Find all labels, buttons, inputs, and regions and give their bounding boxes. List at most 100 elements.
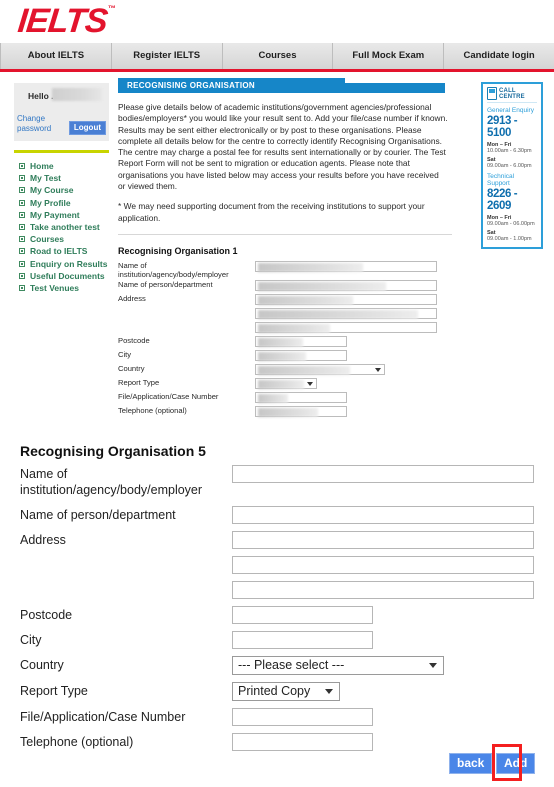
org-one-input-address-2[interactable] xyxy=(255,307,437,319)
sidebar-item-my-course[interactable]: My Course xyxy=(14,184,109,196)
org-five-row-city: City xyxy=(20,631,534,656)
user-greeting: Hello . xyxy=(28,91,54,101)
general-saturday-hours: 09.00am - 6.00pm xyxy=(487,163,532,169)
change-password-link[interactable]: Change password xyxy=(17,114,65,134)
logout-button[interactable]: Logout xyxy=(68,121,106,135)
sidebar-item-label: Courses xyxy=(30,234,65,245)
redacted-value xyxy=(258,309,418,319)
sidebar-item-useful-documents[interactable]: Useful Documents xyxy=(14,270,109,282)
redacted-value xyxy=(258,337,303,347)
sidebar-item-label: My Profile xyxy=(30,197,71,208)
org-five-form: Recognising Organisation 5 Name of insti… xyxy=(20,443,534,758)
org-five-label-country: Country xyxy=(20,658,64,672)
org-one-input-telephone[interactable] xyxy=(255,405,347,417)
sidebar-item-label: My Test xyxy=(30,173,62,184)
org-one-input-name-institution[interactable] xyxy=(255,260,437,272)
bullet-icon xyxy=(19,187,25,194)
nav-item-register-ielts[interactable]: Register IELTS xyxy=(112,43,223,69)
sidebar-item-my-test[interactable]: My Test xyxy=(14,172,109,184)
bullet-icon xyxy=(19,199,25,206)
phone-icon xyxy=(487,87,497,100)
sidebar-item-label: Enquiry on Results xyxy=(30,258,108,269)
call-centre-header: CALL CENTRE xyxy=(487,87,537,103)
page-title: RECOGNISING ORGANISATION xyxy=(127,81,255,90)
bullet-icon xyxy=(19,224,25,231)
org-five-input-address-1[interactable] xyxy=(232,531,534,549)
org-five-row-name-person: Name of person/department xyxy=(20,506,534,531)
org-one-select-country[interactable] xyxy=(255,363,385,375)
org-five-row-address-2 xyxy=(20,556,534,581)
org-five-select-report-type[interactable]: Printed Copy xyxy=(232,682,340,701)
org-five-input-postcode[interactable] xyxy=(232,606,373,624)
sidebar-item-label: Home xyxy=(30,161,54,171)
org-five-input-file-number[interactable] xyxy=(232,708,373,726)
redacted-value xyxy=(258,365,350,375)
bullet-icon xyxy=(19,211,25,218)
redacted-value xyxy=(258,295,353,305)
panel-intro-text: Please give details below of academic in… xyxy=(118,102,448,192)
org-one-input-address-3[interactable] xyxy=(255,321,437,333)
org-one-label-country: Country xyxy=(118,363,145,373)
sidebar-item-my-profile[interactable]: My Profile xyxy=(14,197,109,209)
chevron-down-icon xyxy=(307,381,313,386)
org-five-select-country[interactable]: --- Please select --- xyxy=(232,656,444,675)
org-five-input-name-person[interactable] xyxy=(232,506,534,524)
org-one-row-file-number: File/Application/Case Number xyxy=(118,391,452,406)
chevron-down-icon xyxy=(429,663,437,668)
org-five-label-address: Address xyxy=(20,533,66,547)
org-one-select-report-type[interactable] xyxy=(255,377,317,389)
org-one-row-name-institution: Name of institution/agency/body/employer xyxy=(118,260,452,280)
org-one-input-name-person[interactable] xyxy=(255,279,437,291)
org-one-label-name-person: Name of person/department xyxy=(118,279,213,289)
org-one-label-report-type: Report Type xyxy=(118,377,160,387)
org-one-label-address: Address xyxy=(118,293,146,303)
org-five-input-city[interactable] xyxy=(232,631,373,649)
org-one-row-address-1: Address xyxy=(118,293,452,308)
org-five-input-address-3[interactable] xyxy=(232,581,534,599)
org-one-input-postcode[interactable] xyxy=(255,335,347,347)
org-five-row-country: Country --- Please select --- xyxy=(20,656,534,682)
sidebar-item-my-payment[interactable]: My Payment xyxy=(14,209,109,221)
nav-item-full-mock-exam[interactable]: Full Mock Exam xyxy=(333,43,445,69)
org-five-row-report-type: Report Type Printed Copy xyxy=(20,682,534,708)
chevron-down-icon xyxy=(375,367,381,372)
sidebar-item-enquiry-on-results[interactable]: Enquiry on Results xyxy=(14,258,109,270)
org-one-row-address-2 xyxy=(118,307,452,322)
org-five-row-file-number: File/Application/Case Number xyxy=(20,708,534,733)
site-logo[interactable]: IELTS™ xyxy=(16,2,116,40)
redacted-value xyxy=(258,262,363,272)
sidebar-item-test-venues[interactable]: Test Venues xyxy=(14,282,109,294)
nav-item-candidate-login[interactable]: Candidate login xyxy=(444,43,554,69)
org-five-input-name-institution[interactable] xyxy=(232,465,534,483)
org-one-title: Recognising Organisation 1 xyxy=(118,245,238,256)
redacted-username xyxy=(52,88,102,101)
bullet-icon xyxy=(19,163,25,169)
sidebar-menu: Home My Test My Course My Profile My Pay… xyxy=(14,160,109,294)
nav-item-courses[interactable]: Courses xyxy=(223,43,334,69)
nav-item-about-ielts[interactable]: About IELTS xyxy=(0,43,112,69)
sidebar-item-courses[interactable]: Courses xyxy=(14,233,109,245)
org-one-row-name-person: Name of person/department xyxy=(118,279,452,294)
general-enquiry-label: General Enquiry xyxy=(487,107,534,114)
sidebar-item-take-another-test[interactable]: Take another test xyxy=(14,221,109,233)
back-button[interactable]: back xyxy=(449,753,493,774)
org-one-input-address-1[interactable] xyxy=(255,293,437,305)
org-one-input-file-number[interactable] xyxy=(255,391,347,403)
form-actions: back Add xyxy=(0,744,554,781)
add-button[interactable]: Add xyxy=(496,753,536,774)
org-five-row-address-1: Address xyxy=(20,531,534,556)
org-five-input-address-2[interactable] xyxy=(232,556,534,574)
chevron-down-icon xyxy=(325,689,333,694)
redacted-value xyxy=(258,407,318,417)
panel-divider xyxy=(118,233,452,235)
panel-footnote: * We may need supporting document from t… xyxy=(118,201,425,223)
redacted-value xyxy=(258,323,330,333)
sidebar-item-home[interactable]: Home xyxy=(14,160,109,172)
panel-header: RECOGNISING ORGANISATION xyxy=(118,78,452,93)
org-one-input-city[interactable] xyxy=(255,349,347,361)
sidebar-item-label: My Payment xyxy=(30,209,80,220)
sidebar-item-label: My Course xyxy=(30,185,74,196)
sidebar-item-road-to-ielts[interactable]: Road to IELTS xyxy=(14,245,109,257)
sidebar-item-label: Road to IELTS xyxy=(30,246,88,257)
bullet-icon xyxy=(19,236,25,243)
